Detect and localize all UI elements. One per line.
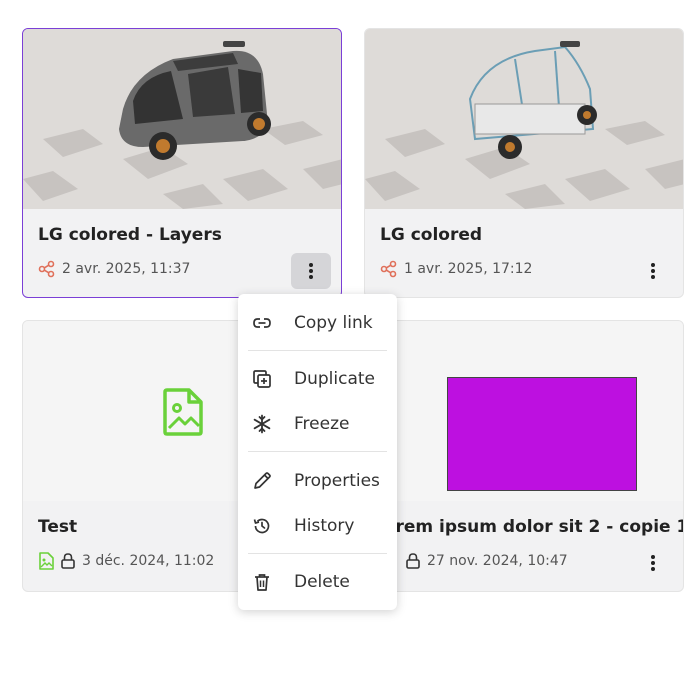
link-icon (253, 318, 271, 328)
card-title: LG colored - Layers (38, 225, 222, 245)
menu-item-properties[interactable]: Properties (238, 461, 397, 501)
duplicate-icon (253, 370, 271, 388)
thumbnail-car-colored (23, 29, 341, 209)
image-file-icon (163, 388, 203, 436)
card-date: 3 déc. 2024, 11:02 (82, 553, 215, 569)
trash-icon (255, 574, 269, 591)
menu-divider (248, 451, 387, 452)
card-date: 1 avr. 2025, 17:12 (404, 261, 533, 277)
card-date: 2 avr. 2025, 11:37 (62, 261, 191, 277)
car-frame-render-image (365, 29, 683, 209)
context-menu: Copy link Duplicate Freeze Properties Hi… (238, 294, 397, 610)
kebab-icon (651, 263, 655, 279)
menu-item-label: Duplicate (294, 369, 375, 389)
share-icon (380, 260, 397, 278)
kebab-icon (309, 263, 313, 279)
menu-divider (248, 350, 387, 351)
history-icon (253, 518, 270, 534)
menu-item-copy-link[interactable]: Copy link (238, 303, 397, 343)
card-meta: 27 nov. 2024, 10:47 (405, 552, 568, 570)
menu-item-delete[interactable]: Delete (238, 562, 397, 602)
menu-item-label: Freeze (294, 414, 350, 434)
menu-item-label: Delete (294, 572, 350, 592)
purple-swatch (447, 377, 637, 491)
menu-item-label: Properties (294, 471, 380, 491)
card-meta: 2 avr. 2025, 11:37 (38, 260, 190, 278)
lock-icon (406, 553, 420, 569)
car-render-image (23, 29, 341, 209)
card-date: 27 nov. 2024, 10:47 (427, 553, 568, 569)
thumbnail-car-frame (365, 29, 683, 209)
more-options-button[interactable] (633, 253, 673, 289)
menu-item-duplicate[interactable]: Duplicate (238, 359, 397, 399)
card-title: LG colored (380, 225, 483, 245)
menu-item-label: History (294, 516, 355, 536)
card-lg-colored[interactable]: LG colored 1 avr. 2025, 17:12 (364, 28, 684, 298)
card-title: Test (38, 517, 78, 537)
more-options-button[interactable] (633, 545, 673, 581)
card-title: Lorem ipsum dolor sit 2 - copie 1 (373, 517, 684, 537)
image-file-small-icon (39, 552, 54, 570)
card-lorem-ipsum[interactable]: Lorem ipsum dolor sit 2 - copie 1 27 nov… (364, 320, 684, 592)
card-meta: 3 déc. 2024, 11:02 (38, 552, 214, 570)
snowflake-icon (253, 414, 271, 434)
more-options-button[interactable] (291, 253, 331, 289)
menu-divider (248, 553, 387, 554)
share-icon (38, 260, 55, 278)
lock-icon (61, 553, 75, 569)
pencil-icon (254, 472, 271, 489)
card-lg-colored-layers[interactable]: LG colored - Layers 2 avr. 2025, 11:37 (22, 28, 342, 298)
thumbnail-color-swatch (365, 321, 683, 501)
menu-item-label: Copy link (294, 313, 373, 333)
card-meta: 1 avr. 2025, 17:12 (380, 260, 532, 278)
kebab-icon (651, 555, 655, 571)
menu-item-history[interactable]: History (238, 506, 397, 546)
menu-item-freeze[interactable]: Freeze (238, 404, 397, 444)
